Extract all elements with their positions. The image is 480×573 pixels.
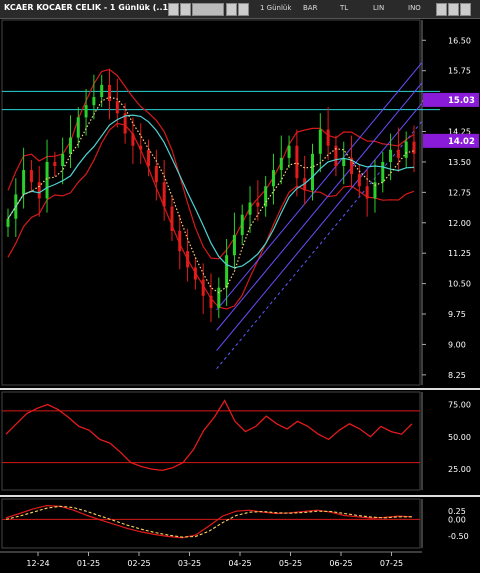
- candle-body: [92, 97, 96, 106]
- candle-body: [76, 117, 80, 138]
- candle-body: [287, 145, 291, 158]
- rsi-tick-label: 50.00: [448, 433, 471, 442]
- candle-body: [365, 186, 369, 199]
- regression-channel-line: [216, 82, 423, 331]
- macd-line: [5, 504, 413, 539]
- price-tick-label: 13.50: [448, 158, 471, 167]
- candle-body: [311, 153, 314, 191]
- candle-body: [256, 202, 260, 207]
- rsi-tick-label: 25.00: [448, 465, 471, 474]
- candle-body: [147, 149, 151, 166]
- candle-body: [139, 145, 143, 150]
- rsi-panel: 75.00 50.00 25.00: [0, 388, 480, 491]
- price-panel-frame: [1, 19, 421, 386]
- macd-tick-label: 0.00: [448, 515, 466, 524]
- candle-body: [357, 174, 361, 187]
- candle-body: [412, 141, 416, 154]
- candle-body: [193, 267, 197, 280]
- candle-body: [178, 230, 182, 252]
- parabolic-dots: [7, 96, 415, 294]
- candle-body: [381, 161, 385, 183]
- x-tick-label: 03-25: [178, 559, 201, 568]
- candle-body: [326, 129, 330, 146]
- candle-body: [6, 218, 10, 227]
- candle-body: [396, 149, 400, 158]
- candle-body: [201, 279, 205, 296]
- candle-body: [154, 166, 158, 183]
- macd-panel: 0.250.00-0.50: [0, 495, 480, 549]
- candle-body: [68, 137, 72, 154]
- x-tick-label: 01-25: [77, 559, 100, 568]
- candle-body: [209, 295, 213, 308]
- candle-body: [240, 214, 244, 235]
- macd-signal-line: [5, 505, 412, 538]
- price-tick-label: 12.75: [448, 188, 471, 197]
- candle-body: [318, 129, 322, 154]
- bollinger-upper: [7, 68, 415, 260]
- chart-canvas[interactable]: 16.5015.7515.0014.2513.5012.7512.0011.25…: [0, 0, 480, 573]
- price-tick-label: 11.25: [448, 249, 471, 258]
- candle-body: [373, 182, 377, 199]
- candle-body: [217, 287, 221, 308]
- rsi-tick-label: 75.00: [448, 400, 471, 409]
- candle-body: [225, 255, 229, 288]
- candle-body: [108, 84, 111, 102]
- macd-tick-label: -0.50: [448, 532, 469, 541]
- price-tick-label: 15.75: [448, 67, 471, 76]
- candle-body: [29, 170, 33, 183]
- candle-body: [271, 170, 275, 187]
- price-tick-label: 9.75: [448, 310, 466, 319]
- price-tick-label: 12.00: [448, 219, 471, 228]
- price-tick-label: 8.25: [448, 371, 466, 380]
- candle-body: [22, 170, 26, 195]
- candle-body: [186, 251, 190, 268]
- candle-body: [162, 182, 166, 207]
- candle-body: [61, 153, 65, 166]
- x-tick-label: 12-24: [26, 559, 49, 568]
- rsi-panel-frame: [1, 391, 421, 491]
- x-tick-label: 04-25: [228, 559, 251, 568]
- candle-body: [45, 161, 49, 199]
- candle-body: [84, 105, 88, 118]
- price-panel: 16.5015.7515.0014.2513.5012.7512.0011.25…: [1, 19, 479, 386]
- candle-body: [295, 145, 299, 179]
- x-axis: 12-24 01-25 02-25 03-25 04-25 05-25 06-25 07-25: [0, 551, 422, 568]
- candle-body: [37, 182, 41, 199]
- x-tick-label: 07-25: [380, 559, 403, 568]
- candle-body: [248, 202, 252, 215]
- candle-body: [100, 84, 104, 98]
- candle-body: [404, 141, 408, 158]
- x-tick-label: 05-25: [279, 559, 302, 568]
- price-tick-label: 16.50: [448, 36, 471, 45]
- candle-body: [115, 101, 119, 114]
- price-tag-label: 14.02: [448, 137, 475, 147]
- candle-body: [264, 186, 268, 207]
- regression-channel-line: [216, 62, 423, 311]
- candle-body: [131, 133, 135, 146]
- candle-body: [53, 161, 57, 166]
- price-tick-label: 10.50: [448, 280, 471, 289]
- candle-body: [389, 149, 393, 162]
- x-tick-label: 06-25: [329, 559, 352, 568]
- candle-body: [170, 206, 174, 231]
- x-tick-label: 02-25: [127, 559, 150, 568]
- candle-body: [279, 157, 283, 171]
- price-tick-label: 9.00: [448, 340, 466, 349]
- price-tag-label: 15.03: [448, 96, 475, 106]
- candle-body: [232, 234, 236, 256]
- moving-average-line: [7, 114, 415, 269]
